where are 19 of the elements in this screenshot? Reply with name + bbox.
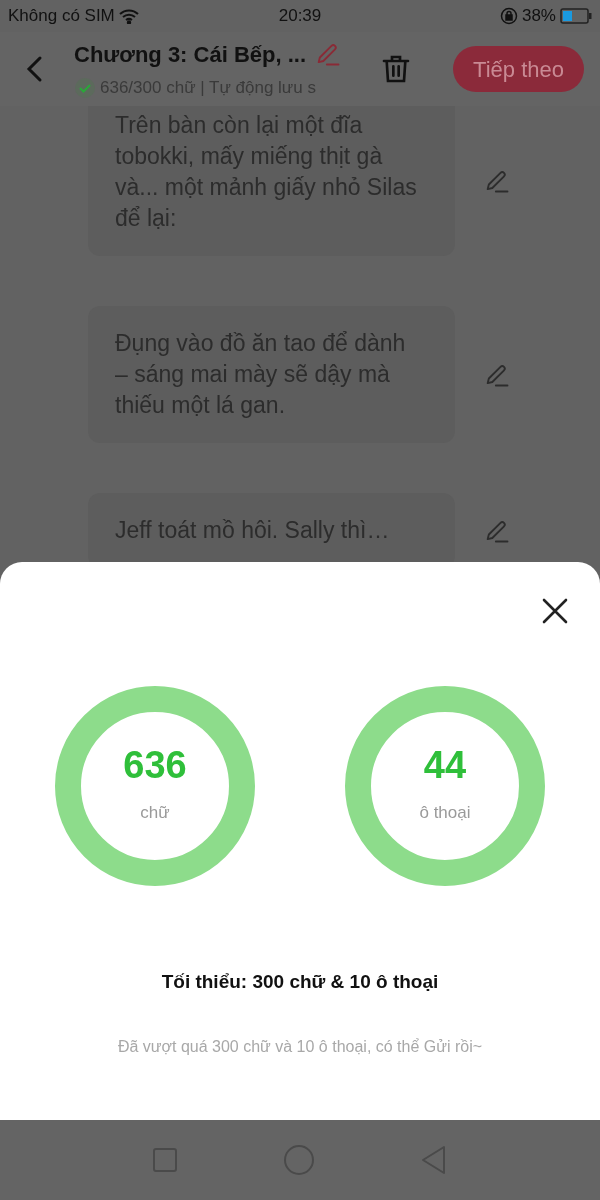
- chapter-title: Chương 3: Cái Bếp, ...: [74, 40, 307, 69]
- requirement-text: Tối thiểu: 300 chữ & 10 ô thoại: [161, 970, 439, 994]
- close-icon[interactable]: [542, 598, 568, 624]
- carrier-text: Không có SIM: [8, 5, 115, 28]
- clock-text: 20:39: [278, 5, 322, 28]
- stat-value: 44: [423, 746, 467, 785]
- rotation-lock-icon: [499, 7, 518, 25]
- home-icon[interactable]: [283, 1144, 315, 1176]
- stat-label: ô thoại: [419, 802, 471, 825]
- stat-value: 636: [123, 746, 187, 785]
- stat-label: chữ: [140, 802, 170, 825]
- status-message: Đã vượt quá 300 chữ và 10 ô thoại, có thể Gửi rồi~: [117, 1036, 483, 1057]
- recent-apps-icon[interactable]: [152, 1147, 179, 1173]
- wifi-icon: [118, 8, 139, 24]
- back-nav-icon[interactable]: [419, 1145, 448, 1175]
- battery-icon: [560, 8, 592, 24]
- trash-icon[interactable]: [380, 53, 412, 85]
- next-button[interactable]: Tiếp theo: [453, 46, 584, 92]
- battery-percent: 38%: [521, 5, 556, 28]
